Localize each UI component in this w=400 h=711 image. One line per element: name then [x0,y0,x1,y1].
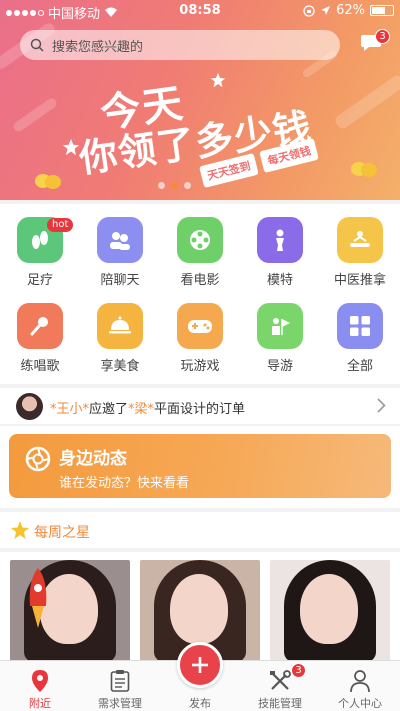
grid-icon [337,303,383,349]
search-bar[interactable]: 搜索您感兴趣的 [20,30,340,60]
category-label: 看电影 [180,273,220,288]
category-label: 玩游戏 [180,359,220,374]
rotation-lock-icon [303,4,315,17]
coin-icon [351,162,377,177]
category-label: 足疗 [26,273,53,288]
category-tour-guide[interactable]: 导游 [240,290,320,374]
tab-label: 个人中心 [338,697,382,710]
tab-profile[interactable]: 个人中心 [320,661,400,711]
chat-people-icon [97,217,143,263]
avatar [16,393,43,420]
star-icon [11,521,29,539]
ticker-tail: 平面设计的订单 [154,402,246,417]
ticker-text: *王小*应邀了*梁*平面设计的订单 [50,398,245,417]
tab-nearby[interactable]: 附近 [0,661,80,711]
publish-button[interactable] [177,642,223,688]
tab-label: 技能管理 [258,697,302,710]
category-label: 中医推拿 [333,273,386,288]
aperture-icon [25,446,51,472]
category-all[interactable]: 全部 [320,290,400,374]
carousel-dot-active[interactable] [171,182,178,189]
category-grid: hot 足疗 陪聊天 看电影 模特 中医推拿 练唱歌 享美食 玩游戏 导游 全部 [0,204,400,384]
profile-photo[interactable] [10,560,130,662]
category-singing[interactable]: 练唱歌 [0,290,80,374]
gamepad-icon [177,303,223,349]
location-pin-icon [32,670,48,692]
skill-badge: 3 [291,663,306,678]
person-icon [350,670,370,693]
category-label: 导游 [266,359,293,374]
category-foot-massage[interactable]: hot 足疗 [0,204,80,288]
category-label: 享美食 [100,359,140,374]
massage-icon [337,217,383,263]
category-games[interactable]: 玩游戏 [160,290,240,374]
rocket-icon [29,568,47,628]
hot-badge: hot [47,218,74,232]
model-figure-icon [257,217,303,263]
weekly-star-header[interactable]: 每周之星 [0,512,400,548]
ticker-user2: *梁* [128,402,155,417]
microphone-icon [17,303,63,349]
status-bar: 中国移动 08:58 62% [0,0,400,22]
chevron-right-icon [377,398,386,413]
moments-title: 身边动态 [59,449,127,469]
star-icon [210,72,226,88]
moments-subtitle: 谁在发动态？快来看看 [59,476,190,491]
tour-guide-icon [257,303,303,349]
tab-skill-management[interactable]: 3 技能管理 [240,661,320,711]
category-model[interactable]: 模特 [240,204,320,288]
promo-banner[interactable]: 中国移动 08:58 62% 搜索您感兴趣的 3 今天 你领了多少钱 天天签到 … [0,0,400,200]
category-label: 陪聊天 [100,273,140,288]
category-tcm-massage[interactable]: 中医推拿 [320,204,400,288]
moments-section: 身边动态 谁在发动态？快来看看 [0,426,400,508]
carousel-dot[interactable] [184,182,191,189]
category-label: 模特 [266,273,293,288]
battery-icon [370,5,394,16]
film-reel-icon [177,217,223,263]
carousel-dot[interactable] [158,182,165,189]
messages-badge: 3 [375,29,390,44]
plus-icon [192,657,208,673]
tab-demand-management[interactable]: 需求管理 [80,661,160,711]
coin-icon [35,174,61,189]
tab-label: 需求管理 [98,697,142,710]
category-chat[interactable]: 陪聊天 [80,204,160,288]
category-label: 全部 [346,359,373,374]
weekly-star-title: 每周之星 [34,525,90,541]
tab-label: 附近 [29,697,51,710]
category-label: 练唱歌 [20,359,60,374]
category-movie[interactable]: 看电影 [160,204,240,288]
ticker-middle: 应邀了 [89,402,129,417]
clipboard-icon [110,670,130,692]
search-placeholder: 搜索您感兴趣的 [52,39,144,55]
category-food[interactable]: 享美食 [80,290,160,374]
location-arrow-icon [321,6,331,15]
food-cloche-icon [97,303,143,349]
moments-card[interactable]: 身边动态 谁在发动态？快来看看 [9,434,391,498]
battery-percent: 62% [336,3,365,18]
order-ticker[interactable]: *王小*应邀了*梁*平面设计的订单 [0,388,400,424]
star-icon [62,138,80,156]
tools-icon [270,670,291,690]
tab-label: 发布 [189,697,211,710]
search-icon [30,38,44,52]
carousel-indicator [158,182,191,189]
ticker-user1: *王小* [50,402,90,417]
profile-photo[interactable] [270,560,390,662]
messages-button[interactable]: 3 [360,29,390,58]
